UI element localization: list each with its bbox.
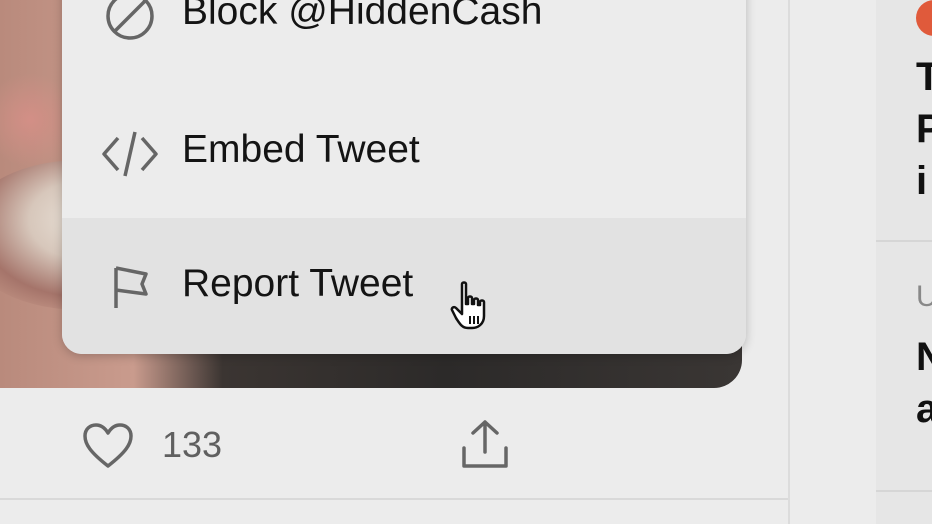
trend-title-line[interactable]: a — [916, 382, 932, 436]
share-icon[interactable] — [460, 418, 510, 470]
menu-item-block[interactable]: Block @HiddenCash — [62, 0, 746, 84]
menu-item-report[interactable]: Report Tweet — [62, 218, 746, 354]
block-icon — [106, 0, 154, 40]
menu-item-label: Report Tweet — [182, 262, 414, 305]
avatar — [916, 0, 932, 36]
menu-item-label: Embed Tweet — [182, 128, 420, 171]
trend-title-line[interactable]: i — [916, 154, 927, 208]
code-icon — [102, 131, 158, 177]
divider — [0, 498, 788, 500]
menu-item-embed[interactable]: Embed Tweet — [62, 84, 746, 220]
heart-icon[interactable] — [82, 422, 134, 470]
tweet-action-bar: 133 — [82, 418, 542, 474]
divider — [876, 240, 932, 242]
tweet-options-menu: Block @HiddenCash Embed Tweet Report Twe… — [62, 0, 746, 354]
pointer-cursor-icon — [450, 281, 486, 330]
trends-sidebar: T P i U N a — [876, 0, 932, 524]
menu-item-label: Block @HiddenCash — [182, 0, 543, 33]
divider — [876, 490, 932, 492]
like-count: 133 — [162, 424, 223, 465]
trend-title-line[interactable]: N — [916, 330, 932, 384]
trend-title-line[interactable]: P — [916, 102, 932, 156]
flag-icon — [114, 266, 148, 308]
column-gap — [790, 0, 876, 524]
trend-title-line[interactable]: T — [916, 50, 932, 104]
trend-meta: U — [916, 280, 932, 313]
